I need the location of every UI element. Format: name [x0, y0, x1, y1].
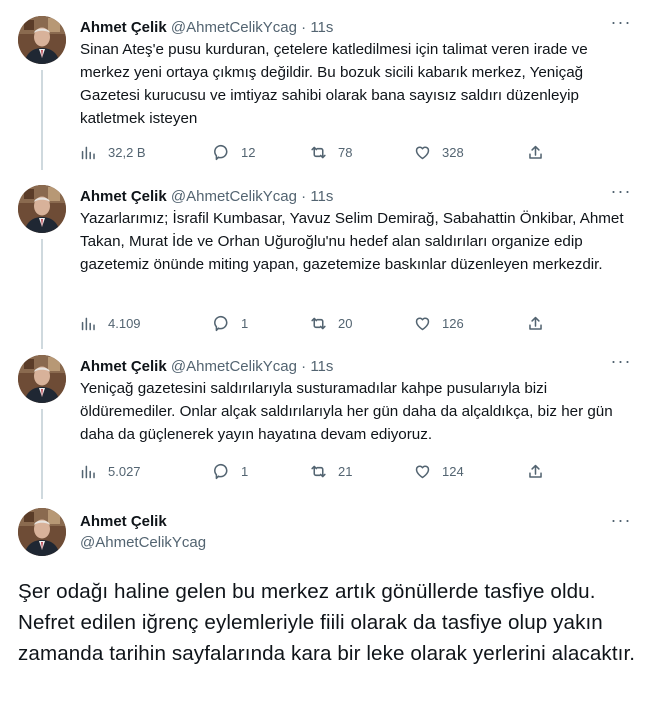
like-count: 328 — [442, 144, 464, 160]
tweet-header: Ahmet Çelik @AhmetCelikYcag · 11s — [80, 188, 333, 206]
reply-icon — [213, 315, 230, 332]
share-icon — [527, 315, 544, 332]
like-icon — [414, 144, 431, 161]
retweet-button[interactable]: 20 — [310, 313, 352, 333]
author-handle[interactable]: @AhmetCelikYcag — [80, 533, 206, 553]
views-icon — [80, 144, 97, 161]
share-icon — [527, 463, 544, 480]
views-count: 4.109 — [108, 315, 141, 331]
author-name[interactable]: Ahmet Çelik — [80, 358, 167, 375]
thread-line — [41, 239, 43, 349]
views-icon — [80, 463, 97, 480]
like-count: 126 — [442, 315, 464, 331]
tweet-actions: 4.109 1 20 126 — [80, 313, 550, 333]
more-icon[interactable]: ··· — [610, 182, 632, 203]
share-button[interactable] — [527, 461, 544, 481]
reply-button[interactable]: 1 — [213, 313, 248, 333]
avatar[interactable] — [18, 355, 66, 403]
views-button[interactable]: 32,2 B — [80, 142, 146, 162]
reply-button[interactable]: 1 — [213, 461, 248, 481]
retweet-count: 78 — [338, 144, 353, 160]
reply-count: 12 — [241, 144, 256, 160]
separator-dot: · — [301, 188, 307, 205]
author-handle[interactable]: @AhmetCelikYcag — [171, 358, 297, 375]
separator-dot: · — [301, 358, 307, 375]
like-button[interactable]: 124 — [414, 461, 464, 481]
author-handle[interactable]: @AhmetCelikYcag — [171, 19, 297, 36]
more-icon[interactable]: ··· — [610, 352, 632, 373]
retweet-button[interactable]: 21 — [310, 461, 352, 481]
avatar[interactable] — [18, 508, 66, 556]
avatar[interactable] — [18, 16, 66, 64]
views-button[interactable]: 5.027 — [80, 461, 141, 481]
retweet-icon — [310, 315, 327, 332]
tweet-time[interactable]: 11s — [310, 358, 333, 375]
like-icon — [414, 315, 431, 332]
author-handle[interactable]: @AhmetCelikYcag — [171, 188, 297, 205]
author-name[interactable]: Ahmet Çelik — [80, 512, 167, 532]
author-name[interactable]: Ahmet Çelik — [80, 188, 167, 205]
views-button[interactable]: 4.109 — [80, 313, 141, 333]
views-count: 32,2 B — [108, 144, 146, 160]
tweet-header: Ahmet Çelik @AhmetCelikYcag · 11s — [80, 358, 333, 376]
tweet-text: Sinan Ateş'e pusu kurduran, çetelere kat… — [80, 41, 588, 127]
tweet-actions: 5.027 1 21 124 — [80, 461, 550, 481]
reply-button[interactable]: 12 — [213, 142, 255, 162]
separator-dot: · — [301, 19, 307, 36]
tweet-header: Ahmet Çelik @AhmetCelikYcag · 11s — [80, 19, 333, 37]
share-button[interactable] — [527, 313, 544, 333]
retweet-icon — [310, 463, 327, 480]
reply-icon — [213, 463, 230, 480]
retweet-button[interactable]: 78 — [310, 142, 352, 162]
share-icon — [527, 144, 544, 161]
retweet-count: 21 — [338, 463, 353, 479]
views-count: 5.027 — [108, 463, 141, 479]
like-button[interactable]: 126 — [414, 313, 464, 333]
more-icon[interactable]: ··· — [610, 511, 632, 532]
like-icon — [414, 463, 431, 480]
retweet-count: 20 — [338, 315, 353, 331]
like-button[interactable]: 328 — [414, 142, 464, 162]
tweet-time[interactable]: 11s — [310, 19, 333, 36]
reply-count: 1 — [241, 463, 249, 479]
tweet-text: Şer odağı haline gelen bu merkez artık g… — [18, 580, 636, 665]
reply-count: 1 — [241, 315, 249, 331]
tweet-actions: 32,2 B 12 78 328 — [80, 142, 550, 162]
author-name[interactable]: Ahmet Çelik — [80, 19, 167, 36]
share-button[interactable] — [527, 142, 544, 162]
avatar[interactable] — [18, 185, 66, 233]
tweet-text: Yazarlarımız; İsrafil Kumbasar, Yavuz Se… — [80, 210, 624, 273]
thread-line — [41, 409, 43, 499]
tweet-time[interactable]: 11s — [310, 188, 333, 205]
thread-line — [41, 70, 43, 170]
retweet-icon — [310, 144, 327, 161]
more-icon[interactable]: ··· — [610, 13, 632, 34]
like-count: 124 — [442, 463, 464, 479]
views-icon — [80, 315, 97, 332]
tweet-text: Yeniçağ gazetesini saldırılarıyla sustur… — [80, 380, 613, 443]
reply-icon — [213, 144, 230, 161]
